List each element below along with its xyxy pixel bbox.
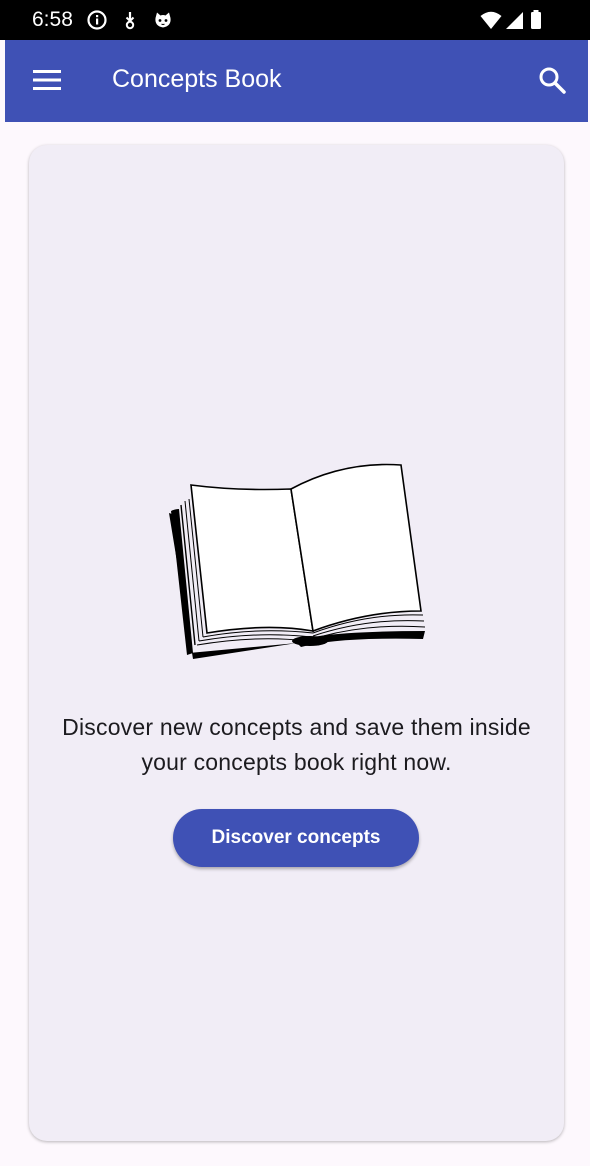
download-icon bbox=[125, 12, 135, 30]
app-bar: Concepts Book bbox=[5, 40, 588, 122]
signal-icon bbox=[506, 12, 523, 29]
open-book-icon bbox=[169, 463, 426, 659]
info-icon bbox=[87, 10, 107, 30]
discover-concepts-button[interactable]: Discover concepts bbox=[173, 809, 419, 867]
search-button[interactable] bbox=[532, 60, 572, 100]
empty-state-card: Discover new concepts and save them insi… bbox=[29, 145, 564, 1141]
battery-icon bbox=[531, 10, 541, 29]
status-bar: 6:58 bbox=[0, 0, 590, 40]
wifi-icon bbox=[480, 11, 502, 29]
app-title: Concepts Book bbox=[112, 65, 282, 93]
status-time: 6:58 bbox=[32, 8, 73, 31]
empty-state-message: Discover new concepts and save them insi… bbox=[62, 714, 531, 775]
search-icon bbox=[539, 67, 566, 94]
cat-icon bbox=[155, 12, 171, 28]
menu-button[interactable] bbox=[27, 60, 67, 100]
page-edge bbox=[0, 40, 5, 1166]
hamburger-menu-icon bbox=[33, 70, 61, 90]
